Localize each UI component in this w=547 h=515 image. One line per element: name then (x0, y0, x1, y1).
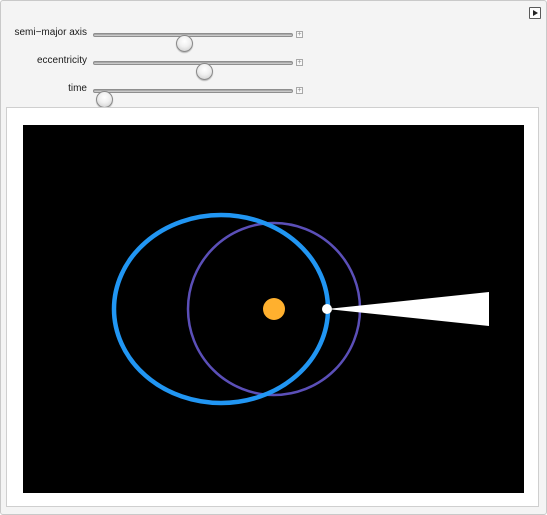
time-plus-icon[interactable]: + (296, 87, 303, 94)
time-label: time (68, 83, 87, 94)
sun (263, 298, 285, 320)
eccentricity-label: eccentricity (36, 55, 87, 66)
control-row-eccentricity: eccentricity + (0, 53, 547, 80)
control-row-semi-major-axis: semi−major axis + (0, 25, 547, 52)
planet (322, 304, 332, 314)
time-slider[interactable] (93, 89, 293, 108)
time-slider-thumb[interactable] (96, 91, 113, 108)
semi-major-axis-plus-icon[interactable]: + (296, 31, 303, 38)
eccentricity-plus-icon[interactable]: + (296, 59, 303, 66)
eccentricity-slider-thumb[interactable] (196, 63, 213, 80)
semi-major-axis-slider[interactable] (93, 33, 293, 52)
semi-major-axis-slider-thumb[interactable] (176, 35, 193, 52)
orbit-canvas (23, 125, 524, 493)
orbit-graphic (23, 125, 524, 493)
control-row-time: time + (0, 81, 547, 108)
controls-area: semi−major axis + eccentricity + time + (0, 0, 547, 108)
triangle-right-icon (533, 10, 538, 16)
eccentricity-slider[interactable] (93, 61, 293, 80)
semi-major-axis-label: semi−major axis (14, 27, 87, 38)
options-menu-button[interactable] (529, 7, 541, 19)
